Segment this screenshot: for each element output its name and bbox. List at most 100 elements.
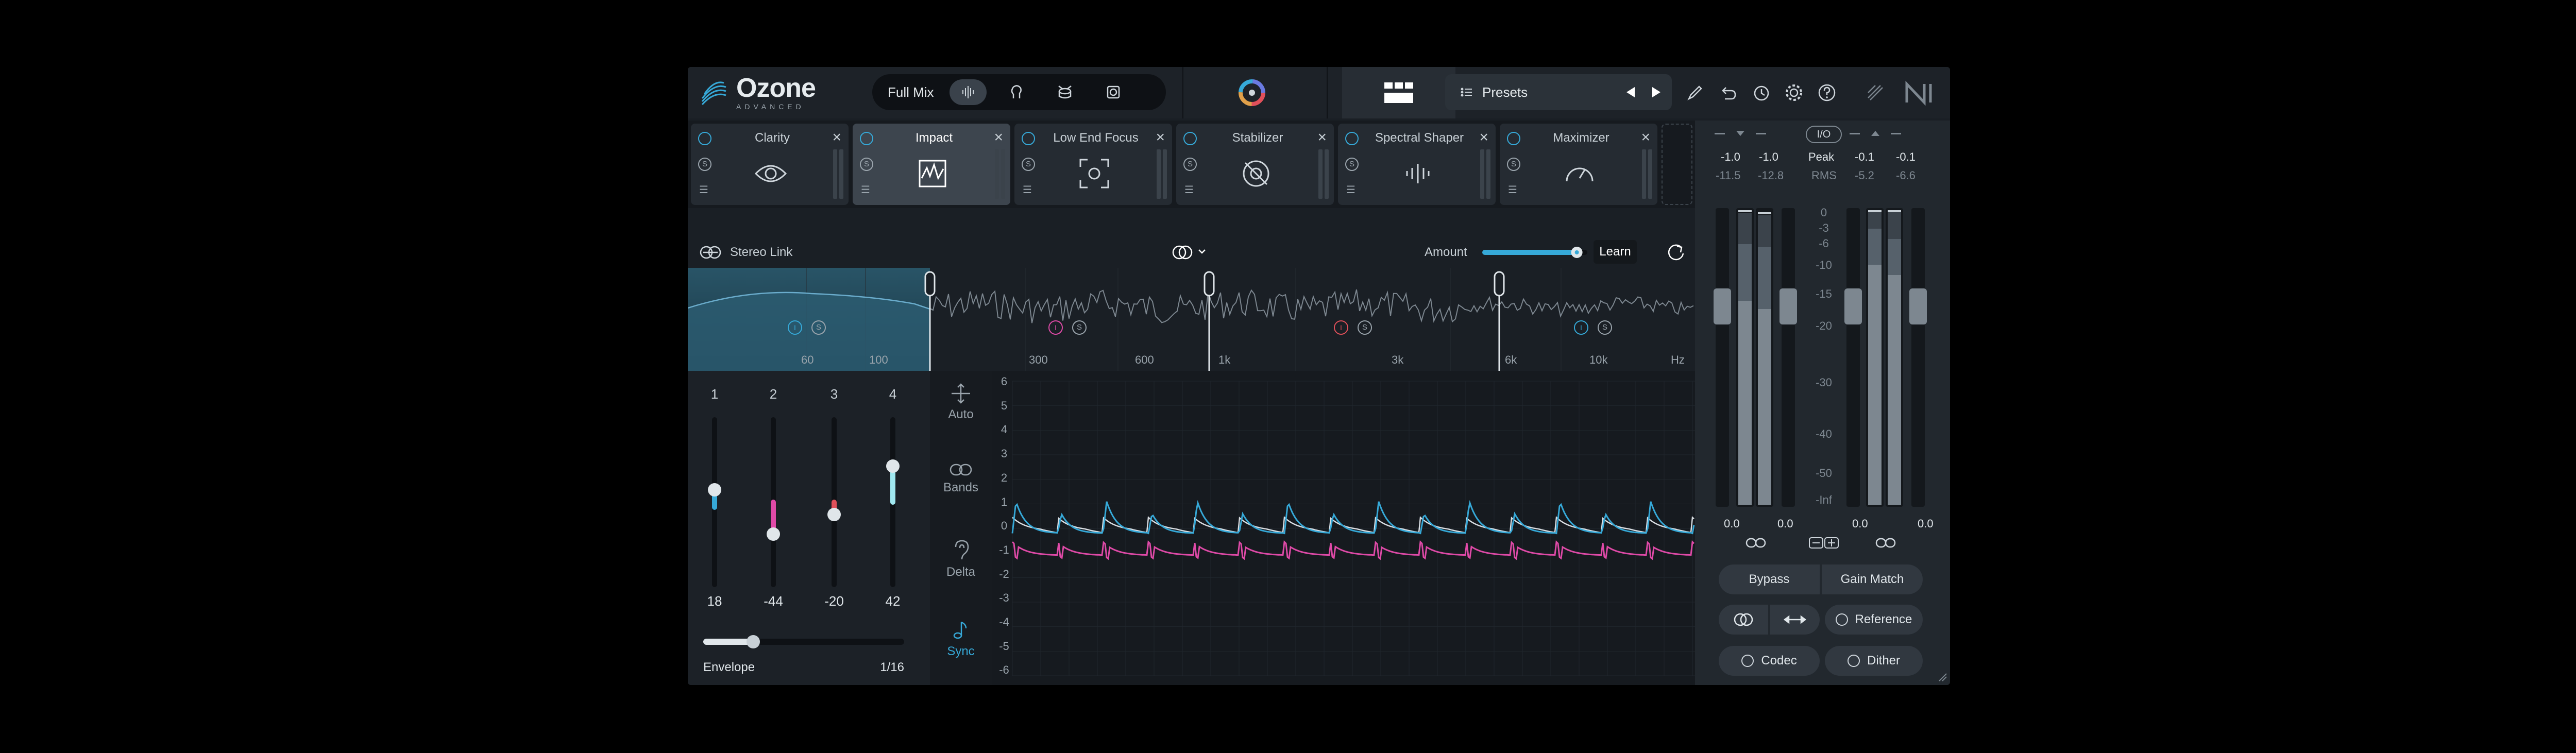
- io-toggle[interactable]: I/O: [1806, 126, 1842, 143]
- band-4-power-toggle[interactable]: I: [1574, 320, 1588, 335]
- delta-button[interactable]: Delta: [930, 539, 992, 579]
- module-power-toggle[interactable]: [698, 132, 711, 145]
- output-gain-handle-left[interactable]: [1844, 288, 1862, 324]
- module-view-button[interactable]: [1342, 67, 1455, 118]
- vocals-button[interactable]: [998, 79, 1035, 105]
- codec-button[interactable]: Codec: [1719, 646, 1820, 676]
- module-solo-toggle[interactable]: S: [1022, 158, 1035, 171]
- list-icon[interactable]: ☰: [861, 183, 870, 196]
- channel-swap-button[interactable]: [1770, 605, 1820, 635]
- visual-mixer-button[interactable]: [1234, 77, 1270, 108]
- band-1-slider[interactable]: [708, 417, 721, 587]
- input-gain-left-value[interactable]: 0.0: [1724, 517, 1740, 530]
- list-icon[interactable]: ☰: [1023, 183, 1032, 196]
- input-gain-right-value[interactable]: 0.0: [1777, 517, 1793, 530]
- band-2-slider[interactable]: [767, 417, 780, 587]
- band-3-solo-toggle[interactable]: S: [1358, 320, 1372, 335]
- reset-icon[interactable]: [1666, 242, 1686, 263]
- module-stabilizer[interactable]: Stabilizer × S ☰: [1176, 124, 1334, 205]
- input-gain-track-left[interactable]: [1714, 208, 1731, 507]
- close-icon[interactable]: ×: [1317, 129, 1327, 146]
- gear-icon[interactable]: [1784, 82, 1804, 103]
- gain-match-button[interactable]: Gain Match: [1822, 564, 1923, 594]
- history-icon[interactable]: [1751, 82, 1771, 103]
- module-clarity[interactable]: Clarity × S ☰: [691, 124, 849, 205]
- drums-button[interactable]: [1046, 79, 1083, 105]
- undo-icon[interactable]: [1718, 82, 1738, 103]
- module-solo-toggle[interactable]: S: [1345, 158, 1359, 171]
- bypass-button[interactable]: Bypass: [1719, 564, 1820, 594]
- input-gain-handle-right[interactable]: [1780, 288, 1797, 324]
- close-icon[interactable]: ×: [1641, 129, 1650, 146]
- input-link-icon[interactable]: [1745, 537, 1766, 549]
- output-gain-track-left[interactable]: [1844, 208, 1862, 507]
- close-icon[interactable]: ×: [832, 129, 841, 146]
- amount-slider[interactable]: [1481, 244, 1589, 261]
- band-1-power-toggle[interactable]: I: [788, 320, 802, 335]
- envelope-slider[interactable]: [703, 635, 904, 648]
- module-solo-toggle[interactable]: S: [1507, 158, 1520, 171]
- band-4-solo-toggle[interactable]: S: [1598, 320, 1612, 335]
- next-preset-icon[interactable]: [1651, 86, 1662, 98]
- module-power-toggle[interactable]: [1507, 132, 1520, 145]
- stereo-link-label[interactable]: Stereo Link: [730, 245, 792, 260]
- module-power-toggle[interactable]: [1022, 132, 1035, 145]
- dither-button[interactable]: Dither: [1825, 646, 1923, 676]
- output-link-icon[interactable]: [1875, 537, 1896, 549]
- plugin-icon[interactable]: [1865, 82, 1886, 103]
- learn-button[interactable]: Learn: [1594, 240, 1637, 264]
- help-icon[interactable]: [1817, 82, 1837, 103]
- module-solo-toggle[interactable]: S: [1183, 158, 1197, 171]
- add-module-slot[interactable]: [1662, 124, 1692, 205]
- instruments-button[interactable]: [1095, 79, 1132, 105]
- bands-button[interactable]: Bands: [930, 463, 992, 495]
- list-icon[interactable]: ☰: [1508, 183, 1517, 196]
- sync-button[interactable]: Sync: [930, 620, 992, 659]
- module-power-toggle[interactable]: [1345, 132, 1359, 145]
- module-spectral-shaper[interactable]: Spectral Shaper × S ☰: [1338, 124, 1496, 205]
- band-4-slider[interactable]: [886, 417, 900, 587]
- pencil-icon[interactable]: [1685, 82, 1705, 103]
- invert-phase-icon[interactable]: [1808, 537, 1839, 549]
- band-3-slider[interactable]: [827, 417, 841, 587]
- full-mix-label[interactable]: Full Mix: [888, 84, 934, 100]
- stereo-mode-icon[interactable]: [1172, 244, 1213, 261]
- close-icon[interactable]: ×: [1479, 129, 1488, 146]
- prev-preset-icon[interactable]: [1625, 86, 1636, 98]
- module-power-toggle[interactable]: [1183, 132, 1197, 145]
- ozone-logo[interactable]: Ozone ADVANCED: [699, 75, 816, 111]
- stereo-mono-button[interactable]: [1719, 605, 1768, 635]
- stereo-link-icon[interactable]: [699, 245, 722, 260]
- module-meter: [1648, 149, 1652, 199]
- reference-button[interactable]: Reference: [1825, 605, 1923, 635]
- list-icon[interactable]: ☰: [1346, 183, 1355, 196]
- input-gain-track-right[interactable]: [1780, 208, 1797, 507]
- input-gain-handle-left[interactable]: [1714, 288, 1731, 324]
- band-3-power-toggle[interactable]: I: [1334, 320, 1348, 335]
- full-mix-button[interactable]: [949, 79, 987, 105]
- close-icon[interactable]: ×: [1156, 129, 1165, 146]
- resize-handle-icon[interactable]: [1937, 672, 1947, 682]
- module-impact[interactable]: Impact × S ☰: [853, 124, 1010, 205]
- list-icon[interactable]: ☰: [699, 183, 708, 196]
- output-meter-toggle-icon[interactable]: [1850, 128, 1911, 140]
- presets-selector[interactable]: Presets: [1445, 74, 1672, 110]
- output-gain-right-value[interactable]: 0.0: [1918, 517, 1934, 530]
- envelope-value[interactable]: 1/16: [880, 660, 904, 675]
- module-solo-toggle[interactable]: S: [698, 158, 711, 171]
- auto-button[interactable]: Auto: [930, 383, 992, 422]
- input-meter-toggle-icon[interactable]: [1715, 128, 1776, 140]
- output-gain-handle-right[interactable]: [1909, 288, 1927, 324]
- output-gain-left-value[interactable]: 0.0: [1852, 517, 1868, 530]
- band-2-power-toggle[interactable]: I: [1048, 320, 1063, 335]
- close-icon[interactable]: ×: [994, 129, 1003, 146]
- band-1-solo-toggle[interactable]: S: [811, 320, 826, 335]
- list-icon[interactable]: ☰: [1184, 183, 1194, 196]
- output-gain-track-right[interactable]: [1909, 208, 1927, 507]
- module-low-end-focus[interactable]: Low End Focus × S ☰: [1014, 124, 1172, 205]
- module-power-toggle[interactable]: [860, 132, 873, 145]
- crossover-spectrum[interactable]: I S I S I S I S 60 100 300 600 1k 3k 6k …: [688, 268, 1695, 371]
- band-2-solo-toggle[interactable]: S: [1072, 320, 1087, 335]
- module-solo-toggle[interactable]: S: [860, 158, 873, 171]
- module-maximizer[interactable]: Maximizer × S ☰: [1500, 124, 1657, 205]
